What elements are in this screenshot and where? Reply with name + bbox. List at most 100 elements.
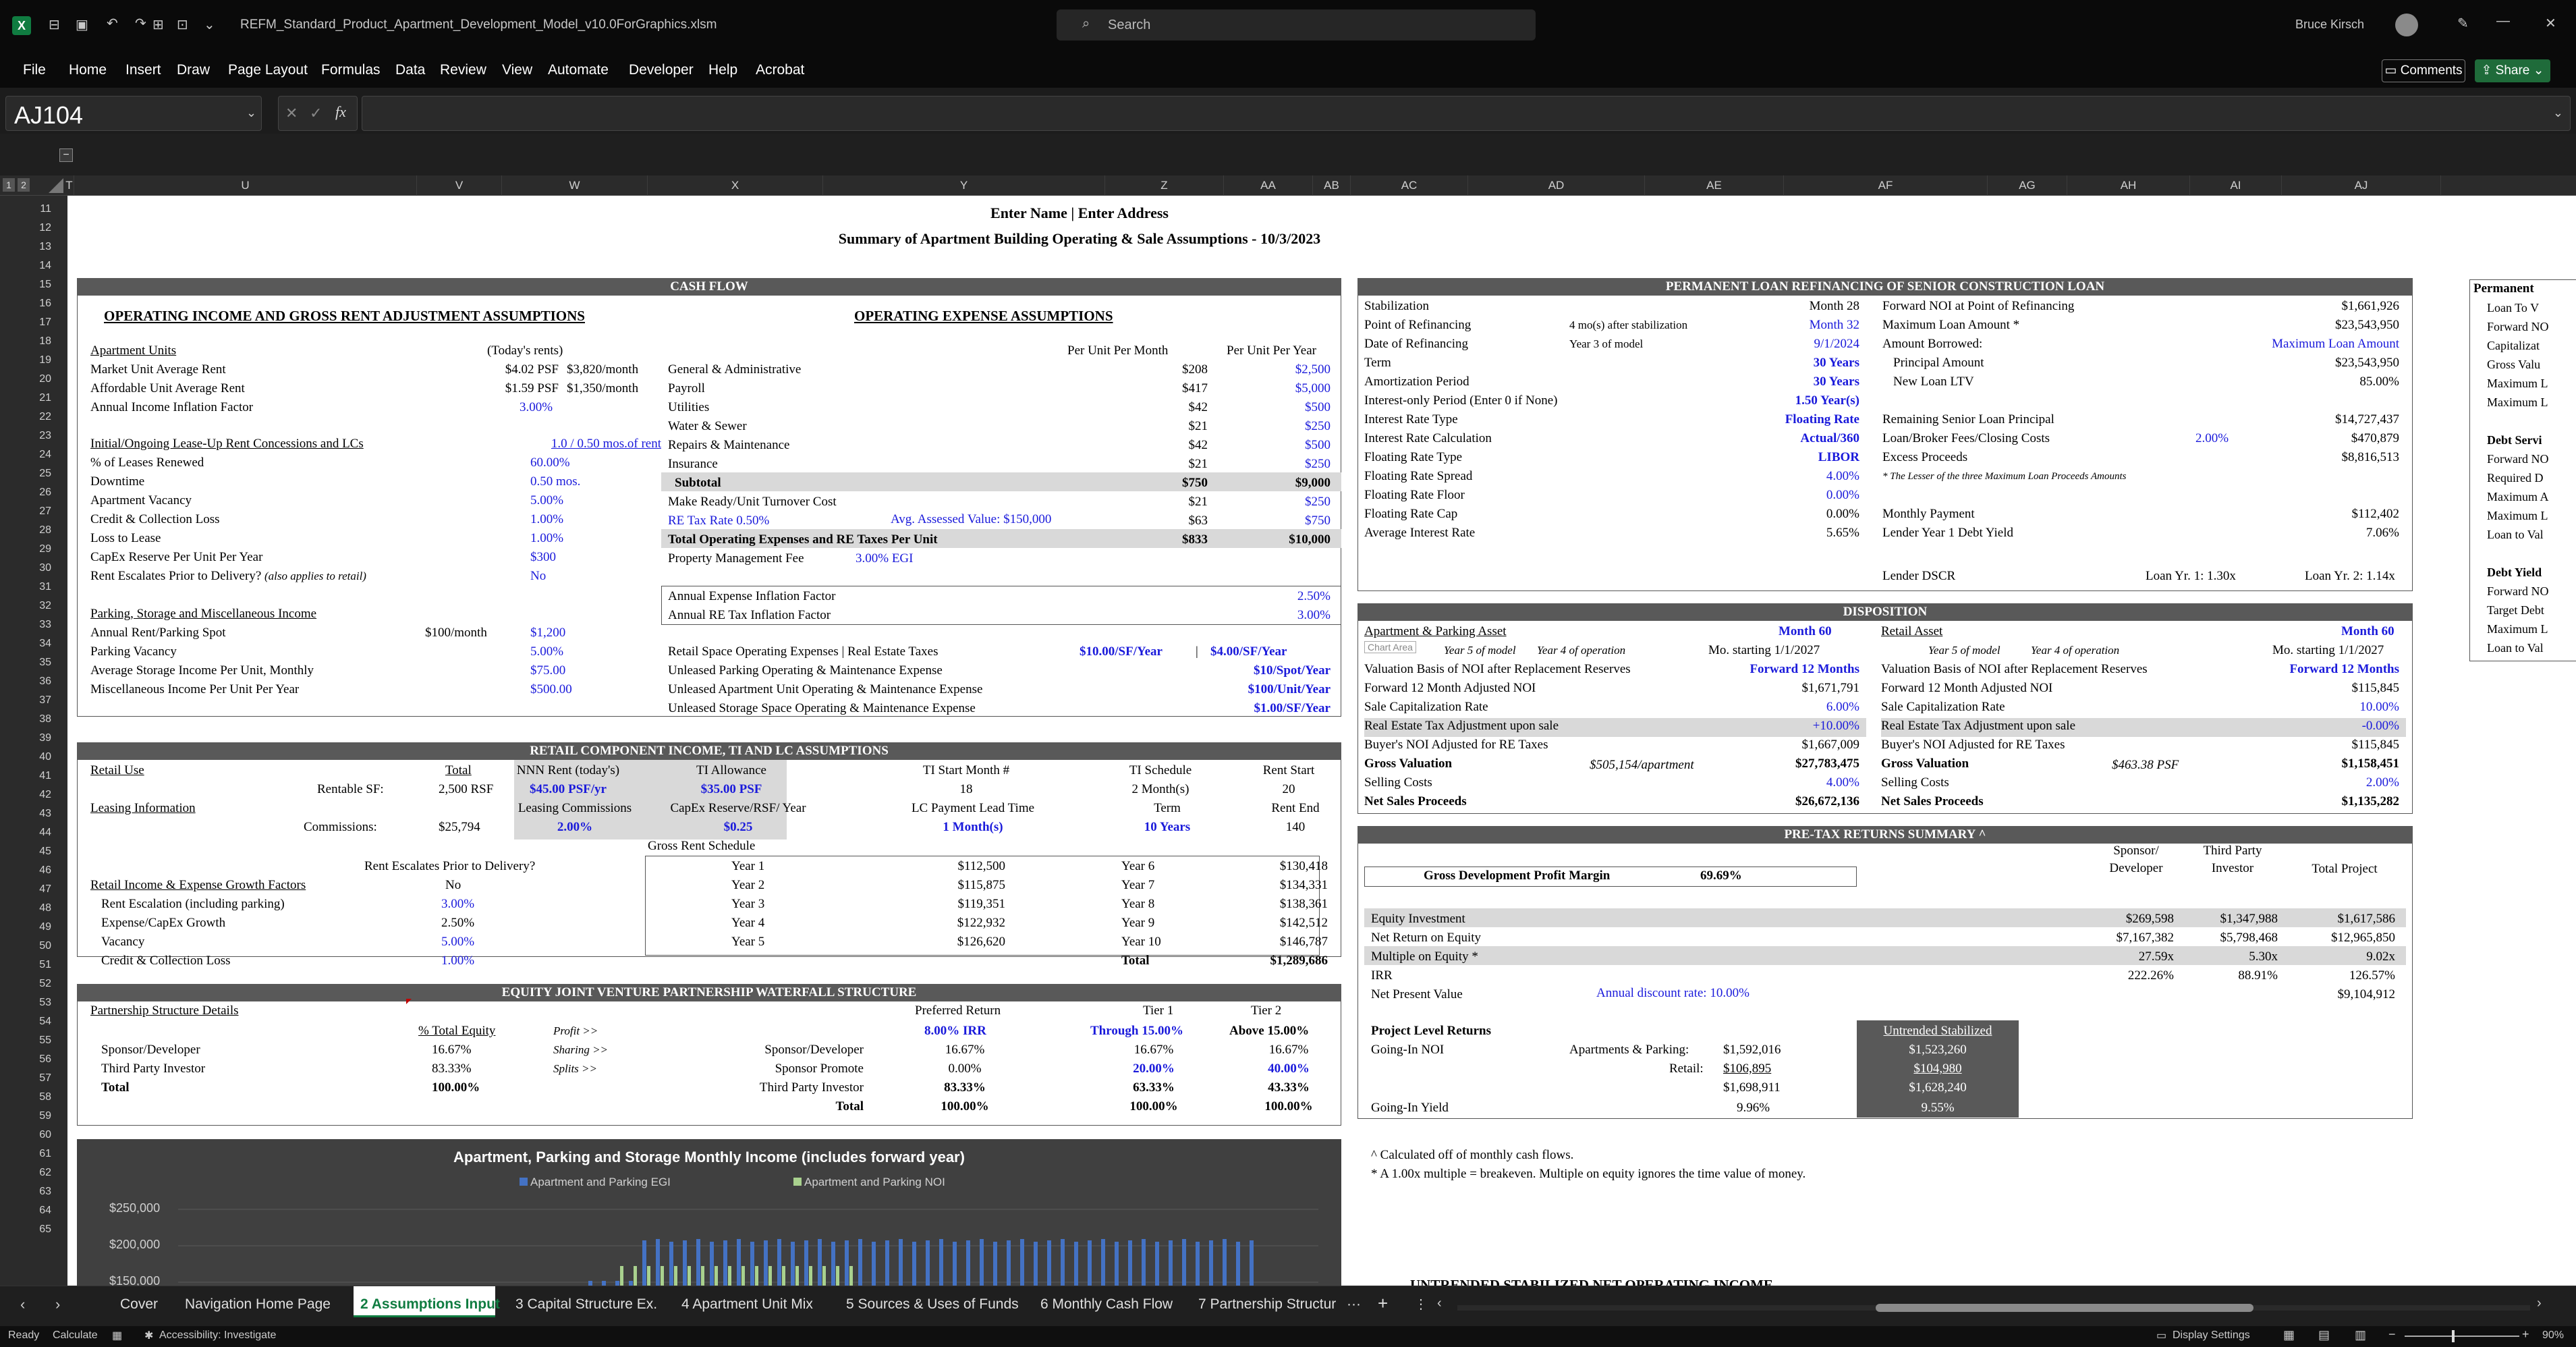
row-header-65[interactable]: 65 — [0, 1220, 67, 1239]
rentable-label[interactable]: Rentable SF: — [317, 780, 384, 799]
disp-label[interactable]: Sale Capitalization Rate — [1364, 698, 1488, 717]
schedule-rent-b[interactable]: $146,787 — [1201, 933, 1328, 952]
row-header-19[interactable]: 19 — [0, 351, 67, 370]
level-1-button[interactable]: 1 — [3, 178, 15, 192]
opex-label[interactable]: Make Ready/Unit Turnover Cost — [668, 493, 837, 512]
opex-year[interactable]: $9,000 — [1214, 474, 1331, 493]
escalate-value[interactable]: No — [530, 567, 546, 586]
perm-label[interactable]: Floating Rate Type — [1364, 448, 1462, 467]
opex-label[interactable]: Property Management Fee — [668, 549, 804, 568]
row-header-52[interactable]: 52 — [0, 974, 67, 993]
jv-partner-equity[interactable]: 83.33% — [432, 1060, 472, 1078]
normal-view-icon[interactable]: ▦ — [2283, 1328, 2295, 1342]
column-header-z[interactable]: Z — [1105, 175, 1224, 196]
menu-draw[interactable]: Draw — [177, 62, 210, 78]
income-label[interactable]: Annual Income Inflation Factor — [90, 398, 253, 417]
schedule-year-a[interactable]: Year 3 — [731, 895, 764, 914]
retail-ti-label[interactable]: TI Allowance — [657, 761, 806, 780]
opex-month[interactable]: $21 — [1120, 455, 1208, 474]
returns-label[interactable]: Multiple on Equity * — [1371, 947, 1478, 966]
income-month[interactable]: $1,350/month — [567, 379, 638, 398]
row-header-45[interactable]: 45 — [0, 842, 67, 861]
row-header-48[interactable]: 48 — [0, 899, 67, 918]
menu-insert[interactable]: Insert — [125, 62, 161, 78]
pen-icon[interactable]: ✎ — [2457, 15, 2469, 32]
jv-tier2[interactable]: 43.33% — [1241, 1078, 1336, 1097]
perm-right-label[interactable]: Maximum Loan Amount * — [1882, 316, 2019, 335]
unleased-value[interactable]: $1.00/SF/Year — [1147, 699, 1331, 718]
psm-note[interactable]: $100/month — [425, 624, 487, 642]
returns-total[interactable]: 9.02x — [2280, 947, 2395, 966]
retail-lcl-label[interactable]: LC Payment Lead Time — [892, 799, 1054, 818]
row-header-18[interactable]: 18 — [0, 332, 67, 351]
retail-nnn-label[interactable]: NNN Rent (today's) — [494, 761, 642, 780]
psm-value[interactable]: 5.00% — [530, 642, 563, 661]
perm-value[interactable]: Actual/360 — [1714, 429, 1859, 448]
column-header-ag[interactable]: AG — [1988, 175, 2067, 196]
cash-flow-header[interactable]: CASH FLOW — [77, 278, 1341, 296]
customize-icon[interactable]: ⌄ — [204, 16, 215, 33]
zoom-out-icon[interactable]: − — [2388, 1327, 2396, 1342]
tab-unit-mix[interactable]: 4 Apartment Unit Mix — [681, 1296, 813, 1313]
splits-label[interactable]: Splits >> — [553, 1060, 597, 1078]
gdpm-label[interactable]: Gross Development Profit Margin — [1424, 867, 1610, 885]
perm-label[interactable]: Date of Refinancing — [1364, 335, 1468, 354]
income-value[interactable]: $300 — [530, 548, 556, 567]
psm-label[interactable]: Miscellaneous Income Per Unit Per Year — [90, 680, 299, 699]
perm-value[interactable]: Floating Rate — [1714, 410, 1859, 429]
opex-year[interactable]: $750 — [1214, 512, 1331, 530]
save-icon[interactable]: ▣ — [76, 16, 88, 33]
disp-value[interactable]: $1,667,009 — [1687, 736, 1860, 754]
psm-value[interactable]: $75.00 — [530, 661, 565, 680]
unleased-label[interactable]: Unleased Parking Operating & Maintenance… — [668, 661, 943, 680]
tab-monthly-cash-flow[interactable]: 6 Monthly Cash Flow — [1040, 1296, 1173, 1313]
disp-label[interactable]: Gross Valuation — [1364, 754, 1452, 773]
returns-investor[interactable]: $5,798,468 — [2177, 929, 2278, 947]
opex-month[interactable]: $833 — [1120, 530, 1208, 549]
row-header-47[interactable]: 47 — [0, 880, 67, 899]
retail-escalate-value[interactable]: No — [445, 876, 461, 895]
status-display-settings[interactable]: Display Settings — [2173, 1329, 2250, 1342]
jv-partner-equity[interactable]: 16.67% — [432, 1041, 472, 1060]
side-item[interactable]: Maximum L — [2487, 374, 2548, 393]
perm-label[interactable]: Floating Rate Floor — [1364, 486, 1465, 505]
disposition-header[interactable]: DISPOSITION — [1357, 603, 2413, 621]
perm-label[interactable]: Term — [1364, 354, 1391, 373]
zoom-slider-thumb[interactable] — [2452, 1330, 2455, 1342]
operating-income-title[interactable]: OPERATING INCOME AND GROSS RENT ADJUSTME… — [104, 306, 585, 325]
growth-factors-label[interactable]: Retail Income & Expense Growth Factors — [90, 876, 306, 895]
disp-right-value[interactable]: $1,158,451 — [2227, 754, 2400, 773]
retail-capex-label[interactable]: CapEx Reserve/RSF/ Year — [657, 799, 819, 818]
returns-sponsor[interactable]: 27.59x — [2085, 947, 2174, 966]
retail-expense-value-1[interactable]: $10.00/SF/Year — [1080, 642, 1163, 661]
jv-tier1[interactable]: 100.00% — [1107, 1097, 1201, 1116]
disp-label[interactable]: Real Estate Tax Adjustment upon sale — [1364, 717, 1559, 736]
schedule-year-b[interactable]: Year 9 — [1121, 914, 1154, 933]
side-item[interactable]: Maximum L — [2487, 506, 2548, 525]
schedule-rent-a[interactable]: $115,875 — [918, 876, 1005, 895]
perm-value[interactable]: 30 Years — [1714, 354, 1859, 373]
row-header-55[interactable]: 55 — [0, 1031, 67, 1050]
row-header-36[interactable]: 36 — [0, 672, 67, 691]
close-icon[interactable]: ✕ — [2545, 15, 2556, 32]
preferred-return-label[interactable]: Preferred Return — [915, 1001, 1001, 1020]
row-header-20[interactable]: 20 — [0, 370, 67, 389]
perm-value[interactable]: 4.00% — [1714, 467, 1859, 486]
opex-month[interactable]: $750 — [1120, 474, 1208, 493]
comment-indicator[interactable] — [406, 999, 412, 1004]
dscr-yr1[interactable]: Loan Yr. 1: 1.30x — [2146, 567, 2236, 586]
retail-rs-label[interactable]: Rent Start — [1214, 761, 1363, 780]
schedule-year-a[interactable]: Year 5 — [731, 933, 764, 952]
unleased-label[interactable]: Unleased Apartment Unit Operating & Main… — [668, 680, 982, 699]
level-2-button[interactable]: 2 — [18, 178, 30, 192]
column-header-y[interactable]: Y — [823, 175, 1105, 196]
menu-home[interactable]: Home — [69, 62, 107, 78]
row-header-54[interactable]: 54 — [0, 1012, 67, 1031]
row-header-22[interactable]: 22 — [0, 408, 67, 427]
note-monthly[interactable]: ^ Calculated off of monthly cash flows. — [1371, 1146, 1573, 1165]
growth-label[interactable]: Credit & Collection Loss — [101, 952, 231, 970]
dscr-label[interactable]: Lender DSCR — [1882, 567, 1955, 586]
income-label[interactable]: Apartment Vacancy — [90, 491, 192, 510]
dscr-yr2[interactable]: Loan Yr. 2: 1.14x — [2305, 567, 2395, 586]
disp-value[interactable]: Forward 12 Months — [1687, 660, 1859, 679]
